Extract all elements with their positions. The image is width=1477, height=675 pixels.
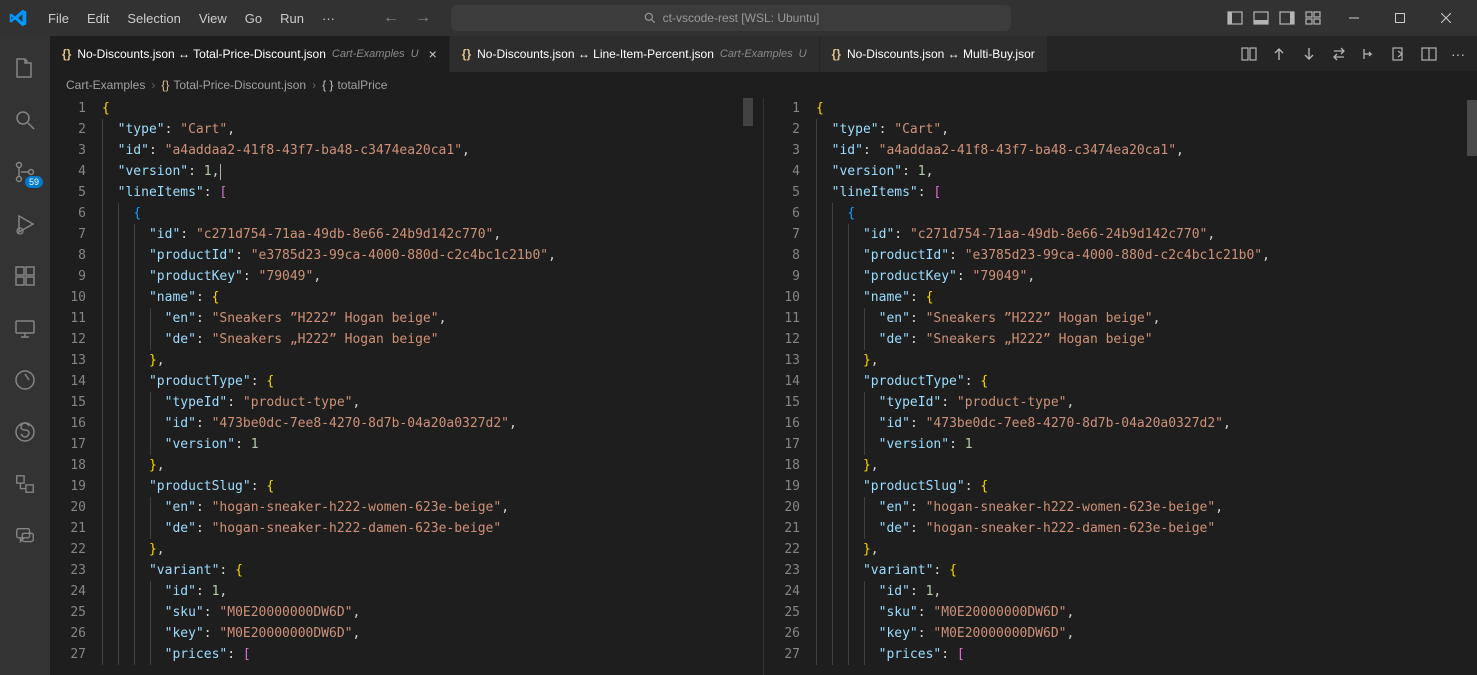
scm-badge: 59 xyxy=(25,176,43,188)
code-content-right[interactable]: { "type": "Cart", "id": "a4addaa2-41f8-4… xyxy=(816,98,1477,675)
window-minimize-icon[interactable] xyxy=(1331,0,1377,36)
activity-source-control-icon[interactable]: 59 xyxy=(1,148,49,196)
activity-bar: 59 xyxy=(0,36,50,675)
command-center[interactable]: ct-vscode-rest [WSL: Ubuntu] xyxy=(451,5,1011,31)
activity-remote-icon[interactable] xyxy=(1,304,49,352)
code-content-left[interactable]: { "type": "Cart", "id": "a4addaa2-41f8-4… xyxy=(102,98,763,675)
menu-run[interactable]: Run xyxy=(272,7,312,30)
activity-search-icon[interactable] xyxy=(1,96,49,144)
line-numbers: 1234567891011121314151617181920212223242… xyxy=(764,98,816,675)
activity-github-icon[interactable] xyxy=(1,460,49,508)
activity-debug-icon[interactable] xyxy=(1,200,49,248)
breadcrumb-folder[interactable]: Cart-Examples xyxy=(66,78,145,92)
nav-arrows: ← → xyxy=(383,9,431,27)
object-icon: { } xyxy=(322,78,333,92)
minimap[interactable] xyxy=(1463,98,1477,675)
editor-tabs: {} No-Discounts.json ↔ Total-Price-Disco… xyxy=(50,36,1477,72)
menu-selection[interactable]: Selection xyxy=(119,7,188,30)
next-change-icon[interactable] xyxy=(1301,46,1317,62)
command-center-text: ct-vscode-rest [WSL: Ubuntu] xyxy=(663,11,820,25)
json-icon: {} xyxy=(161,78,169,92)
json-icon: {} xyxy=(832,47,841,61)
menu-go[interactable]: Go xyxy=(237,7,270,30)
json-icon: {} xyxy=(62,47,71,61)
line-numbers: 1234567891011121314151617181920212223242… xyxy=(50,98,102,675)
tab-line-item-percent[interactable]: {} No-Discounts.json ↔ Line-Item-Percent… xyxy=(450,36,820,72)
activity-extensions-icon[interactable] xyxy=(1,252,49,300)
layout-left-icon[interactable] xyxy=(1227,10,1243,26)
titlebar: File Edit Selection View Go Run ··· ← → … xyxy=(0,0,1477,36)
breadcrumbs[interactable]: Cart-Examples › {} Total-Price-Discount.… xyxy=(50,72,1477,98)
activity-timeline-icon[interactable] xyxy=(1,356,49,404)
nav-back-icon[interactable]: ← xyxy=(383,9,399,27)
swap-icon[interactable] xyxy=(1331,46,1347,62)
breadcrumb-file[interactable]: Total-Price-Discount.json xyxy=(173,78,306,92)
whitespace-icon[interactable] xyxy=(1361,46,1377,62)
menu-file[interactable]: File xyxy=(40,7,77,30)
tab-multi-buy[interactable]: {} No-Discounts.json ↔ Multi-Buy.jsor xyxy=(820,36,1048,72)
minimap[interactable] xyxy=(749,98,763,675)
search-icon xyxy=(643,11,657,25)
layout-customize-icon[interactable] xyxy=(1305,10,1321,26)
split-editor-icon[interactable] xyxy=(1421,46,1437,62)
layout-controls xyxy=(1227,10,1321,26)
activity-comments-icon[interactable] xyxy=(1,512,49,560)
diff-editor-right[interactable]: 1234567891011121314151617181920212223242… xyxy=(763,98,1477,675)
vscode-logo-icon xyxy=(8,8,28,28)
nav-forward-icon[interactable]: → xyxy=(415,9,431,27)
menu-bar: File Edit Selection View Go Run ··· xyxy=(40,7,343,30)
menu-view[interactable]: View xyxy=(191,7,235,30)
json-icon: {} xyxy=(462,47,471,61)
layout-right-icon[interactable] xyxy=(1279,10,1295,26)
activity-commerce-icon[interactable] xyxy=(1,408,49,456)
tab-total-price-discount[interactable]: {} No-Discounts.json ↔ Total-Price-Disco… xyxy=(50,36,450,72)
open-file-icon[interactable] xyxy=(1391,46,1407,62)
compare-icon[interactable] xyxy=(1241,46,1257,62)
breadcrumb-symbol[interactable]: totalPrice xyxy=(337,78,387,92)
menu-edit[interactable]: Edit xyxy=(79,7,117,30)
close-tab-icon[interactable]: × xyxy=(429,46,437,62)
window-close-icon[interactable] xyxy=(1423,0,1469,36)
menu-more-icon[interactable]: ··· xyxy=(314,7,343,30)
activity-explorer-icon[interactable] xyxy=(1,44,49,92)
more-actions-icon[interactable]: ··· xyxy=(1451,46,1465,62)
layout-bottom-icon[interactable] xyxy=(1253,10,1269,26)
window-maximize-icon[interactable] xyxy=(1377,0,1423,36)
diff-editor-left[interactable]: 1234567891011121314151617181920212223242… xyxy=(50,98,763,675)
prev-change-icon[interactable] xyxy=(1271,46,1287,62)
